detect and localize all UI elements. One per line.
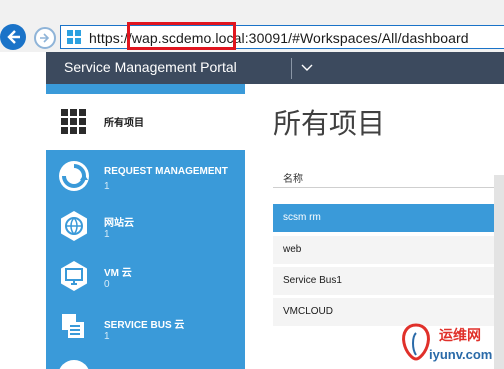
watermark-text-cn: 运维网: [439, 327, 481, 343]
sidebar-item-service-bus-cloud[interactable]: SERVICE BUS 云 1: [46, 306, 245, 354]
watermark-logo-icon: [402, 323, 430, 361]
recycle-arrows-icon: [59, 161, 89, 191]
watermark: 运维网 iyunv.com: [399, 319, 504, 369]
browser-chrome: https://wap.scdemo.local:30091/#Workspac…: [0, 0, 504, 52]
column-header-name[interactable]: 名称: [283, 170, 303, 185]
row-name: VMCLOUD: [283, 306, 334, 317]
sidebar-item-label: 所有项目: [104, 118, 144, 129]
globe-icon: [61, 211, 87, 241]
sidebar-item-label: SERVICE BUS 云: [104, 320, 185, 331]
arrow-right-icon: [40, 33, 50, 43]
table-row[interactable]: web: [273, 236, 504, 264]
row-name: scsm rm: [283, 212, 321, 223]
sidebar: 所有项目 REQUEST MANAGEMENT 1 网站云 1 VM 云 0 S…: [46, 84, 245, 369]
header-divider: [291, 58, 292, 79]
watermark-text-domain: iyunv.com: [429, 347, 493, 362]
sidebar-item-vm-cloud[interactable]: VM 云 0: [46, 254, 245, 302]
grid-icon: [61, 109, 86, 134]
portal-header: Service Management Portal: [46, 52, 504, 84]
url-highlight-box: [127, 22, 236, 50]
forward-button[interactable]: [34, 27, 56, 49]
portal-title: Service Management Portal: [64, 59, 237, 75]
monitor-icon: [61, 261, 87, 291]
arrow-left-icon: [7, 30, 20, 44]
sidebar-item-request-management[interactable]: REQUEST MANAGEMENT 1: [46, 156, 245, 204]
sidebar-item-all-items[interactable]: 所有项目: [46, 94, 245, 150]
page-title: 所有项目: [273, 107, 386, 140]
windows-logo-icon: [67, 30, 81, 44]
table-row[interactable]: Service Bus1: [273, 267, 504, 295]
sidebar-item-count: 1: [104, 229, 110, 240]
sidebar-item-count: 0: [104, 279, 110, 290]
sidebar-item-count: 1: [104, 331, 110, 342]
header-divider: [273, 187, 504, 188]
table-row[interactable]: scsm rm: [273, 204, 504, 232]
partial-next-item-icon: [58, 360, 90, 369]
row-name: Service Bus1: [283, 275, 342, 286]
sidebar-item-count: 1: [104, 181, 110, 192]
chevron-down-icon[interactable]: [299, 59, 315, 75]
back-button[interactable]: [0, 24, 26, 50]
sidebar-item-websites-cloud[interactable]: 网站云 1: [46, 204, 245, 252]
service-bus-icon: [62, 314, 84, 338]
sidebar-item-label: VM 云: [104, 268, 132, 279]
sidebar-item-label: 网站云: [104, 218, 134, 229]
row-name: web: [283, 244, 302, 255]
sidebar-item-label: REQUEST MANAGEMENT: [104, 166, 228, 177]
